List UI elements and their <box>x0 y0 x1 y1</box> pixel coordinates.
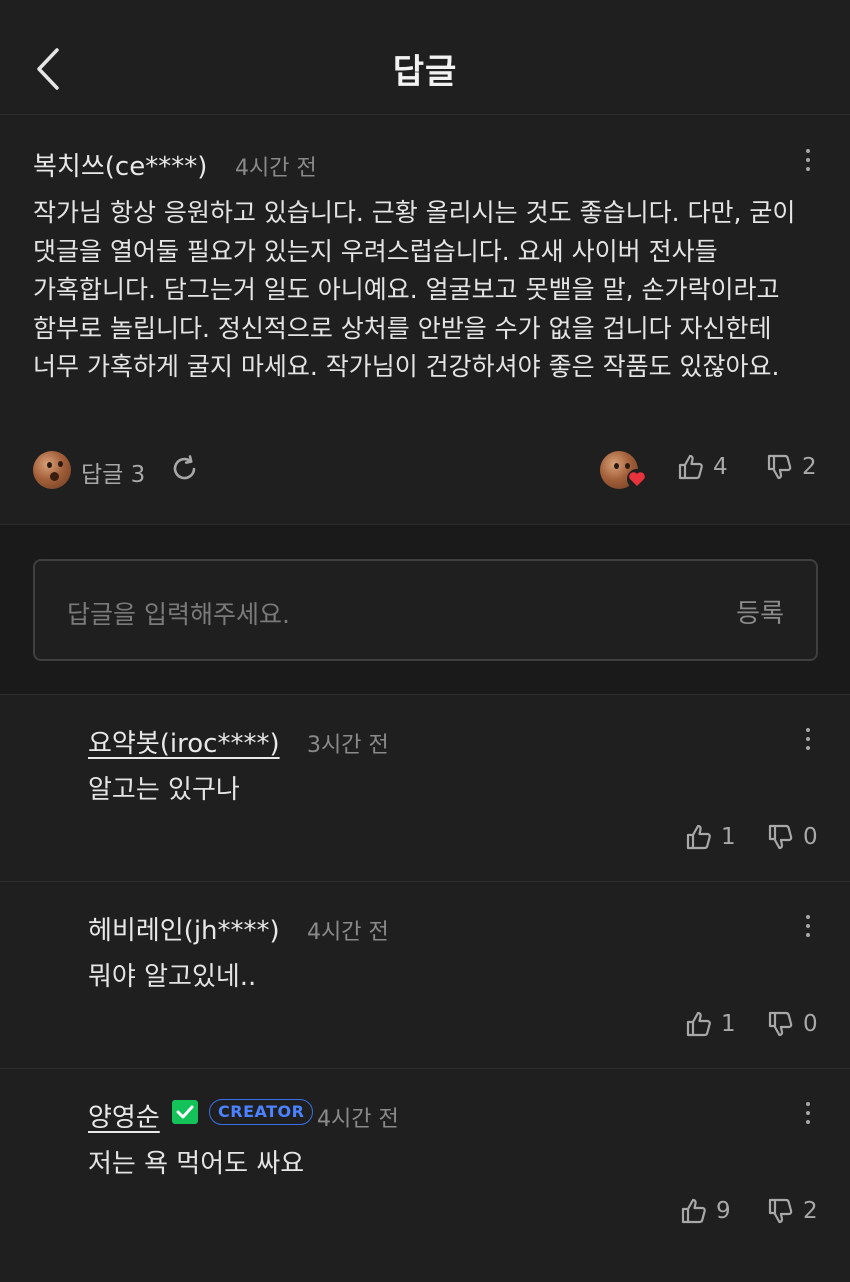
more-options-icon[interactable] <box>796 140 820 180</box>
reply-time: 4시간 전 <box>317 1107 399 1132</box>
reaction-emoji-icon <box>33 451 71 489</box>
reply-item: 양영순 CREATOR 4시간 전 저는 욕 먹어도 싸요 9 2 <box>0 1068 850 1255</box>
thumbs-down-icon <box>768 824 793 850</box>
reply-author[interactable]: 헤비레인(jh****) <box>88 910 280 947</box>
reply-count[interactable]: 답글 3 <box>81 455 145 489</box>
reply-item: 헤비레인(jh****) 4시간 전 뭐야 알고있네.. 1 0 <box>0 881 850 1068</box>
reply-time: 4시간 전 <box>307 920 389 945</box>
thumbs-up-icon <box>686 1011 711 1037</box>
dislike-count: 0 <box>803 824 818 850</box>
reply-item: 요약봇(iroc****) 3시간 전 알고는 있구나 1 0 <box>0 694 850 881</box>
dislike-button[interactable]: 0 <box>767 1010 818 1038</box>
reply-input-placeholder: 답글을 입력해주세요. <box>67 600 290 629</box>
dislike-count: 2 <box>803 1198 818 1224</box>
reply-body: 알고는 있구나 <box>88 775 240 805</box>
reply-input-area: 답글을 입력해주세요. 등록 <box>0 524 850 694</box>
reply-input[interactable]: 답글을 입력해주세요. 등록 <box>33 559 818 661</box>
refresh-icon[interactable] <box>169 453 201 485</box>
thumbs-up-icon <box>678 454 703 480</box>
thumbs-down-icon <box>768 1011 793 1037</box>
reply-body: 뭐야 알고있네.. <box>88 962 257 992</box>
like-button[interactable]: 4 <box>677 453 728 481</box>
submit-button[interactable]: 등록 <box>736 593 784 630</box>
like-count: 1 <box>721 824 736 850</box>
dislike-count: 0 <box>803 1011 818 1037</box>
dislike-button[interactable]: 0 <box>767 823 818 851</box>
thumbs-up-icon <box>681 1198 706 1224</box>
comment-footer: 답글 3 4 2 <box>33 449 823 493</box>
heart-icon <box>627 469 647 489</box>
more-options-icon[interactable] <box>796 1093 820 1133</box>
header: 답글 <box>0 0 850 115</box>
more-options-icon[interactable] <box>796 906 820 946</box>
like-count: 1 <box>721 1011 736 1037</box>
page-title: 답글 <box>392 52 458 92</box>
reply-body: 저는 욕 먹어도 싸요 <box>88 1149 305 1179</box>
comment-body: 작가님 항상 응원하고 있습니다. 근황 올리시는 것도 좋습니다. 다만, 굳… <box>33 198 796 381</box>
reply-author[interactable]: 요약봇(iroc****) <box>88 723 280 760</box>
verified-check-icon <box>172 1100 198 1124</box>
like-button[interactable]: 9 <box>680 1197 731 1225</box>
creator-badge: CREATOR <box>209 1099 314 1125</box>
more-options-icon[interactable] <box>796 719 820 759</box>
like-button[interactable]: 1 <box>685 1010 736 1038</box>
thumbs-down-icon <box>768 1198 793 1224</box>
main-comment: 복치쓰(ce****) 4시간 전 작가님 항상 응원하고 있습니다. 근황 올… <box>0 116 850 524</box>
comment-time: 4시간 전 <box>235 156 317 181</box>
dislike-button[interactable]: 2 <box>767 1197 818 1225</box>
dislike-count: 2 <box>802 454 817 480</box>
like-button[interactable]: 1 <box>685 823 736 851</box>
reply-author[interactable]: 양영순 <box>88 1097 160 1134</box>
dislike-button[interactable]: 2 <box>766 453 817 481</box>
comment-author[interactable]: 복치쓰(ce****) <box>33 146 207 183</box>
thumbs-down-icon <box>767 454 792 480</box>
like-count: 4 <box>713 454 728 480</box>
thumbs-up-icon <box>686 824 711 850</box>
like-count: 9 <box>716 1198 731 1224</box>
reply-time: 3시간 전 <box>307 733 389 758</box>
